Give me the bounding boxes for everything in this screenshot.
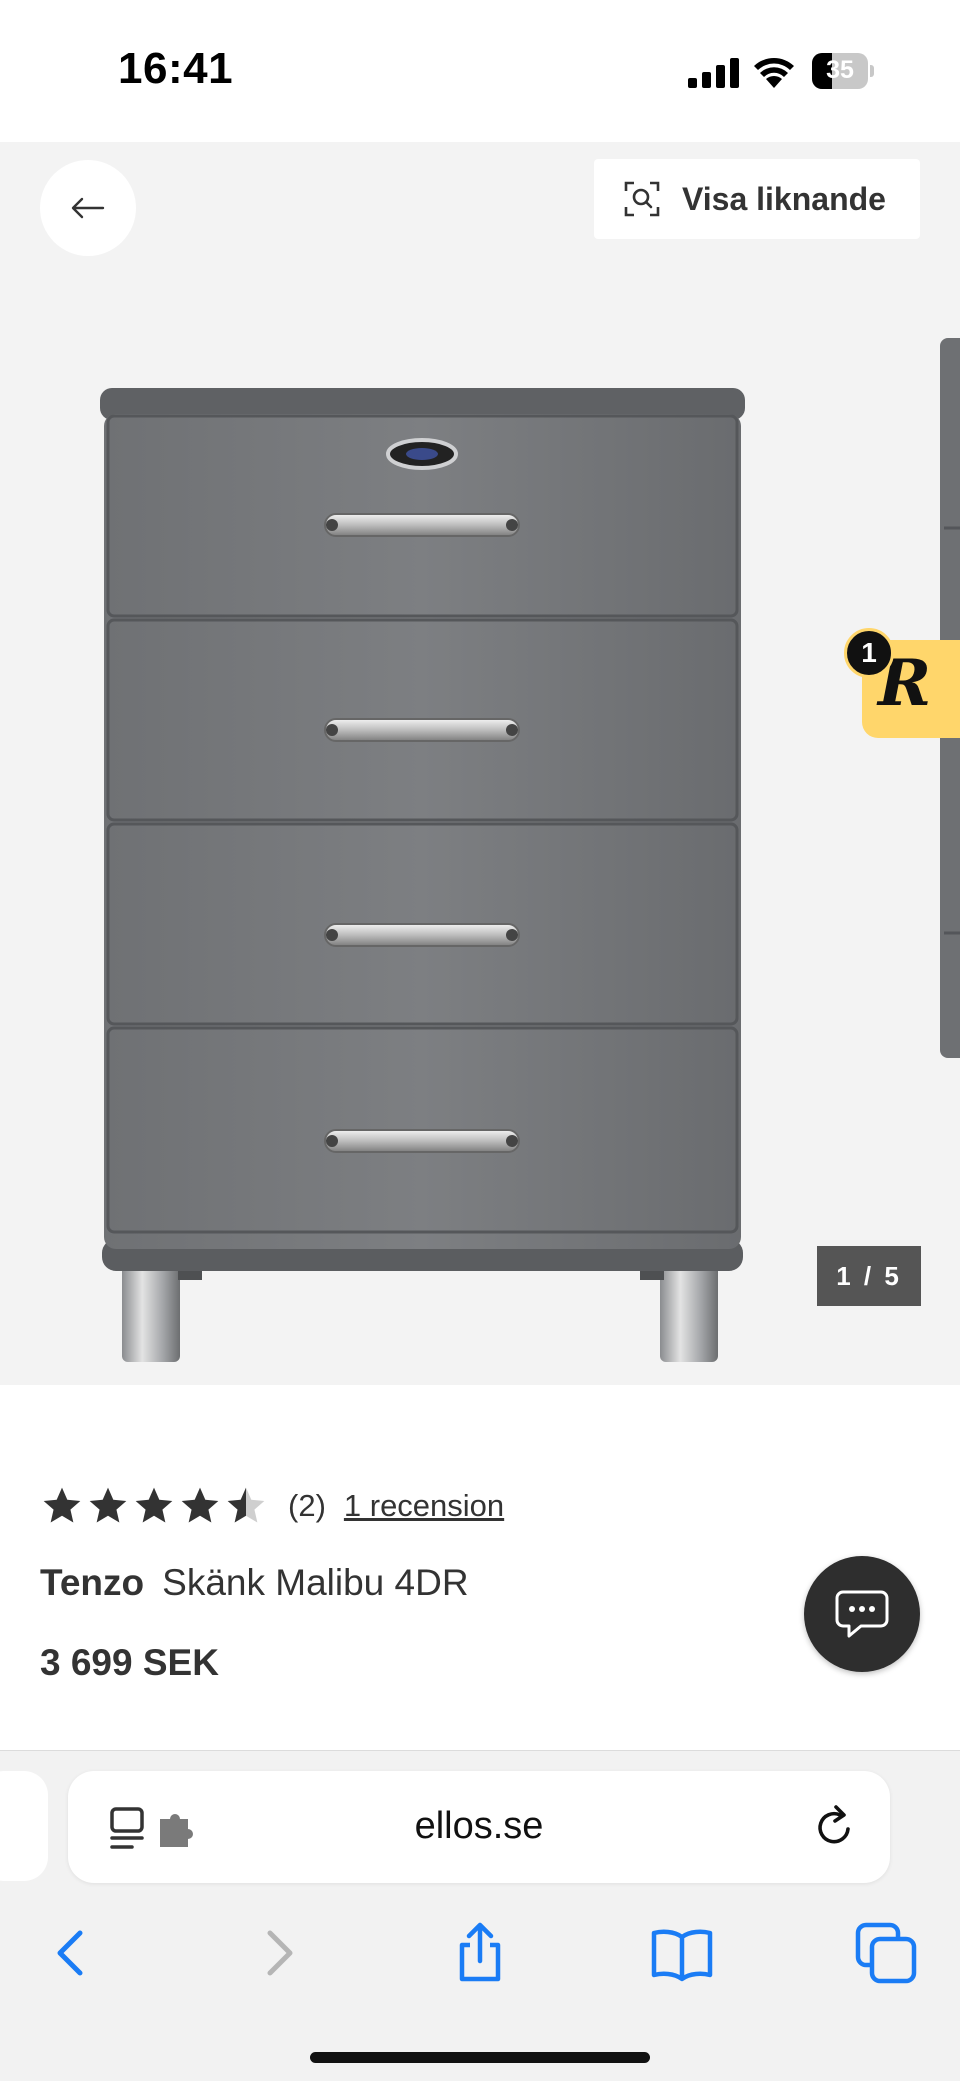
visual-search-icon xyxy=(624,181,660,217)
status-time: 16:41 xyxy=(118,44,234,93)
bookmarks-icon[interactable] xyxy=(650,1921,714,1985)
star-rating xyxy=(40,1484,268,1528)
rewards-notification-badge: 1 xyxy=(844,628,894,678)
product-title: Tenzo Skänk Malibu 4DR xyxy=(40,1562,469,1604)
star-icon xyxy=(89,1487,127,1523)
url-text: ellos.se xyxy=(414,1805,544,1847)
share-icon[interactable] xyxy=(448,1921,512,1985)
back-icon[interactable] xyxy=(40,1921,104,1985)
product-price: 3 699 SEK xyxy=(40,1642,219,1683)
product-image-gallery[interactable]: Visa liknande R 1 1 / 5 xyxy=(0,142,960,1385)
cellular-signal-icon xyxy=(688,58,739,88)
star-icon xyxy=(43,1487,81,1523)
half-star-icon xyxy=(227,1487,265,1523)
show-similar-label: Visa liknande xyxy=(682,180,886,217)
battery-indicator: 35 xyxy=(812,53,874,89)
browser-nav-bar xyxy=(0,1903,960,2003)
image-counter: 1 / 5 xyxy=(817,1246,921,1306)
previous-tab-peek[interactable] xyxy=(0,1771,48,1881)
product-image xyxy=(100,388,745,1362)
chat-button[interactable] xyxy=(804,1556,920,1672)
address-bar[interactable]: ellos.se xyxy=(68,1771,890,1883)
battery-percent: 35 xyxy=(826,56,854,84)
wifi-icon xyxy=(754,58,794,88)
tabs-icon[interactable] xyxy=(854,1921,918,1985)
reviews-link[interactable]: 1 recension xyxy=(344,1488,504,1524)
chat-icon xyxy=(835,1590,889,1638)
star-icon xyxy=(135,1487,173,1523)
browser-toolbar: ellos.se xyxy=(0,1750,960,2081)
show-similar-button[interactable]: Visa liknande xyxy=(594,159,920,239)
forward-icon[interactable] xyxy=(246,1921,310,1985)
star-icon xyxy=(181,1487,219,1523)
product-name: Skänk Malibu 4DR xyxy=(162,1562,469,1603)
status-bar: 16:41 35 xyxy=(0,0,960,142)
product-brand[interactable]: Tenzo xyxy=(40,1562,144,1603)
arrow-left-icon xyxy=(71,197,105,219)
home-indicator[interactable] xyxy=(310,2052,650,2063)
rating-count: (2) xyxy=(288,1488,326,1523)
back-button[interactable] xyxy=(40,160,136,256)
rating-row: (2) 1 recension xyxy=(40,1483,504,1529)
reload-icon[interactable] xyxy=(810,1803,858,1851)
